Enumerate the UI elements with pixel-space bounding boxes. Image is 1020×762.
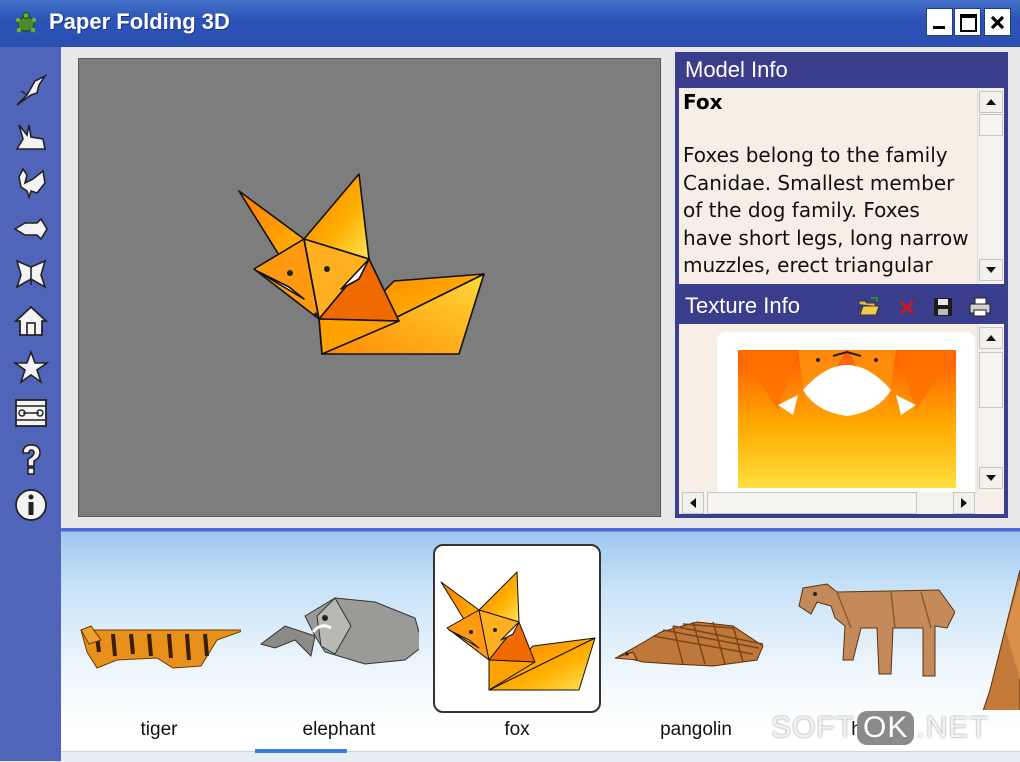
house-icon[interactable] bbox=[13, 303, 49, 339]
maximize-icon bbox=[960, 14, 977, 32]
texture-scroll-down-button[interactable] bbox=[979, 467, 1003, 489]
scroll-left-button[interactable] bbox=[682, 492, 704, 514]
gallery-item-pangolin[interactable] bbox=[613, 556, 777, 734]
gallery-label-pangolin: pangolin bbox=[660, 719, 732, 740]
model-info-scrollbar[interactable] bbox=[977, 88, 1004, 284]
arrow-down-icon bbox=[986, 267, 996, 273]
arrow-left-icon bbox=[690, 498, 696, 508]
watermark-ok: OK bbox=[857, 711, 915, 745]
window-title: Paper Folding 3D bbox=[49, 9, 230, 34]
left-toolbar bbox=[0, 47, 61, 761]
watermark-left: SOFT bbox=[771, 711, 855, 744]
scroll-right-button[interactable] bbox=[953, 492, 975, 514]
texture-info-header: Texture Info bbox=[677, 290, 1006, 322]
texture-preview-area bbox=[679, 324, 1004, 514]
gallery-item-tiger[interactable] bbox=[77, 556, 241, 734]
minimize-icon bbox=[933, 26, 945, 29]
fox-texture-image[interactable] bbox=[738, 350, 956, 488]
gallery-scroll-indicator[interactable] bbox=[255, 749, 347, 753]
minimize-button[interactable] bbox=[926, 8, 953, 36]
rabbit-icon[interactable] bbox=[13, 119, 49, 155]
texture-vertical-scrollbar[interactable] bbox=[977, 324, 1004, 492]
fish-icon[interactable] bbox=[13, 211, 49, 247]
gallery-item-horse[interactable] bbox=[791, 556, 955, 734]
model-info-header: Model Info bbox=[677, 54, 1006, 86]
gallery-label-elephant: elephant bbox=[302, 719, 376, 740]
texture-hscroll-thumb[interactable] bbox=[707, 492, 917, 514]
fox-origami-model[interactable] bbox=[79, 59, 662, 518]
arrow-down-icon bbox=[986, 475, 996, 481]
bird-icon[interactable] bbox=[13, 73, 49, 109]
gallery-item-fox-selected[interactable] bbox=[433, 544, 601, 713]
gallery-scroll-track[interactable] bbox=[61, 751, 1020, 762]
butterfly-icon[interactable] bbox=[13, 257, 49, 293]
model-info-panel: Model Info Fox Foxes belong to the famil… bbox=[675, 52, 1008, 288]
title-bar: Paper Folding 3D bbox=[0, 0, 1020, 47]
print-icon[interactable] bbox=[968, 296, 992, 318]
arrow-right-icon bbox=[961, 498, 967, 508]
texture-horizontal-scrollbar[interactable] bbox=[679, 492, 978, 514]
gallery-label-tiger: tiger bbox=[140, 719, 178, 740]
app-turtle-icon bbox=[15, 12, 37, 33]
save-icon[interactable] bbox=[931, 296, 955, 318]
open-folder-icon[interactable] bbox=[857, 296, 881, 318]
scroll-up-button[interactable] bbox=[979, 91, 1003, 113]
scroll-down-button[interactable] bbox=[979, 259, 1003, 281]
close-icon bbox=[990, 15, 1005, 30]
star-icon[interactable] bbox=[13, 349, 49, 385]
maximize-button[interactable] bbox=[954, 8, 981, 36]
scroll-thumb[interactable] bbox=[979, 114, 1003, 136]
texture-scroll-thumb[interactable] bbox=[979, 352, 1003, 408]
gallery-item-partial[interactable] bbox=[980, 570, 1020, 710]
watermark: SOFT OK .NET bbox=[771, 711, 989, 745]
model-description: Foxes belong to the family Canidae. Smal… bbox=[683, 143, 969, 277]
delete-icon[interactable] bbox=[895, 296, 919, 318]
layout-icon[interactable] bbox=[13, 395, 49, 431]
texture-scroll-up-button[interactable] bbox=[979, 327, 1003, 349]
arrow-up-icon bbox=[986, 99, 996, 105]
help-icon[interactable] bbox=[13, 441, 49, 477]
gallery-label-fox: fox bbox=[504, 719, 530, 740]
fox-thumbnail bbox=[440, 571, 596, 691]
rooster-icon[interactable] bbox=[13, 165, 49, 201]
gallery-item-elephant[interactable] bbox=[255, 556, 419, 734]
close-button[interactable] bbox=[984, 8, 1011, 36]
model-name: Fox bbox=[683, 90, 723, 114]
arrow-up-icon bbox=[986, 335, 996, 341]
info-icon[interactable] bbox=[13, 487, 49, 523]
watermark-right: .NET bbox=[916, 711, 989, 744]
model-info-body: Fox Foxes belong to the family Canidae. … bbox=[679, 88, 1004, 284]
model-3d-viewport[interactable] bbox=[78, 58, 661, 517]
texture-info-panel: Texture Info bbox=[675, 288, 1008, 518]
